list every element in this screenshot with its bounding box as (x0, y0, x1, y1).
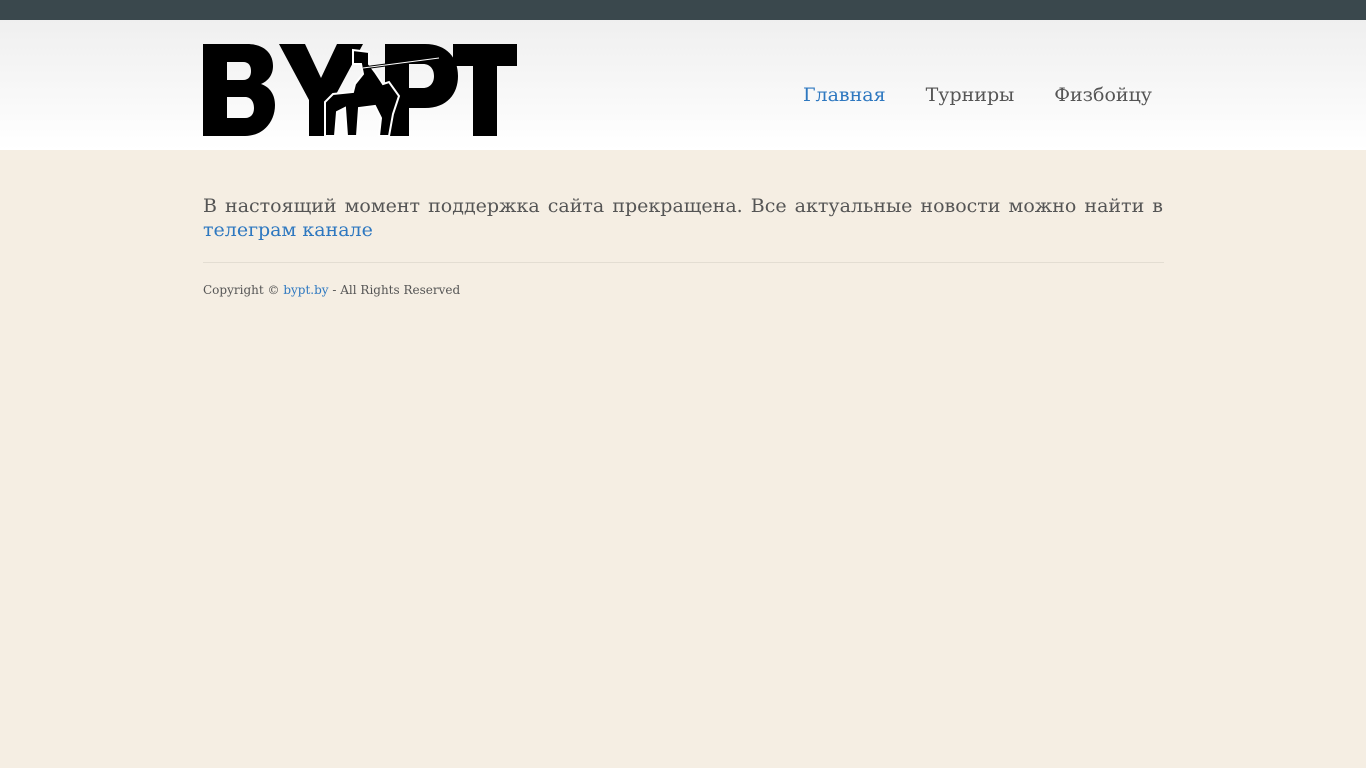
top-bar (0, 0, 1366, 20)
nav-item-fighter: Физбойцу (1054, 84, 1152, 106)
knight-logo-image (203, 44, 517, 137)
telegram-channel-link[interactable]: телеграм канале (203, 219, 373, 241)
copyright-site-link[interactable]: bypt.by (283, 283, 328, 297)
copyright-prefix: Copyright © (203, 283, 284, 297)
nav-item-tournaments: Турниры (926, 84, 1015, 106)
main-nav: Главная Турниры Физбойцу (803, 84, 1152, 106)
nav-link-home[interactable]: Главная (803, 84, 886, 106)
site-logo[interactable] (203, 44, 517, 137)
copyright-suffix: - All Rights Reserved (328, 283, 461, 297)
nav-link-fighter[interactable]: Физбойцу (1054, 84, 1152, 106)
nav-item-home: Главная (803, 84, 886, 106)
support-notice: В настоящий момент поддержка сайта прекр… (203, 194, 1163, 242)
copyright: Copyright © bypt.by - All Rights Reserve… (203, 283, 1163, 297)
site-header: Главная Турниры Физбойцу (0, 20, 1366, 150)
notice-text: В настоящий момент поддержка сайта прекр… (203, 195, 1163, 217)
nav-link-tournaments[interactable]: Турниры (926, 84, 1015, 106)
footer-divider (203, 262, 1164, 263)
main-content: В настоящий момент поддержка сайта прекр… (203, 194, 1164, 297)
